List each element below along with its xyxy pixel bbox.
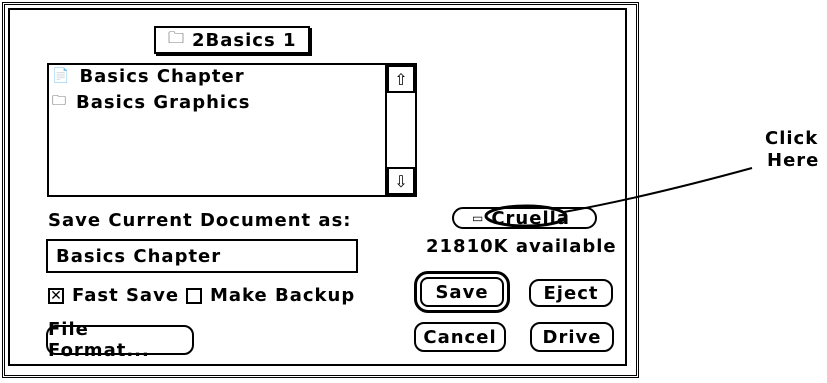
list-item-label: Basics Graphics [76, 91, 251, 113]
document-icon: 📄 [52, 68, 70, 84]
filename-field[interactable]: Basics Chapter [46, 239, 358, 273]
folder-popup-label: 2Basics 1 [192, 29, 297, 51]
annotation-line [563, 167, 753, 213]
fast-save-checkbox[interactable]: ✕ [48, 287, 64, 304]
cancel-label: Cancel [423, 326, 497, 348]
file-format-button[interactable]: File Format... [46, 319, 194, 361]
annotation-ellipse [484, 204, 568, 228]
folder-popup[interactable]: 🗀 2Basics 1 [154, 26, 310, 54]
arrow-down-icon: ⇩ [394, 171, 408, 191]
list-item[interactable]: 🗀 Basics Graphics [52, 90, 250, 114]
save-button[interactable]: Save [414, 271, 510, 313]
drive-button-label: Drive [542, 326, 602, 348]
scroll-up-button[interactable]: ⇧ [387, 65, 415, 93]
save-prompt-label: Save Current Document as: [48, 210, 352, 231]
make-backup-label: Make Backup [210, 285, 356, 306]
annotation-text-line2: Here [767, 150, 820, 171]
folder-icon: 🗀 [168, 27, 185, 47]
annotation-text-line1: Click [765, 128, 819, 149]
file-format-label: File Format... [48, 319, 150, 361]
make-backup-option[interactable]: Make Backup [186, 285, 355, 306]
arrow-up-icon: ⇧ [394, 69, 408, 89]
eject-label: Eject [543, 282, 599, 304]
folder-icon: 🗀 [52, 93, 66, 109]
list-item-label: Basics Chapter [79, 65, 245, 87]
drive-button[interactable]: Drive [530, 322, 614, 352]
scroll-down-button[interactable]: ⇩ [387, 167, 415, 195]
fast-save-label: Fast Save [72, 285, 180, 306]
make-backup-checkbox[interactable] [186, 287, 202, 304]
eject-button[interactable]: Eject [529, 279, 613, 307]
save-label: Save [435, 281, 489, 303]
fast-save-option[interactable]: ✕ Fast Save [48, 285, 179, 306]
list-item[interactable]: 📄 Basics Chapter [52, 64, 245, 88]
cancel-button[interactable]: Cancel [414, 322, 506, 352]
filename-value: Basics Chapter [56, 245, 222, 267]
